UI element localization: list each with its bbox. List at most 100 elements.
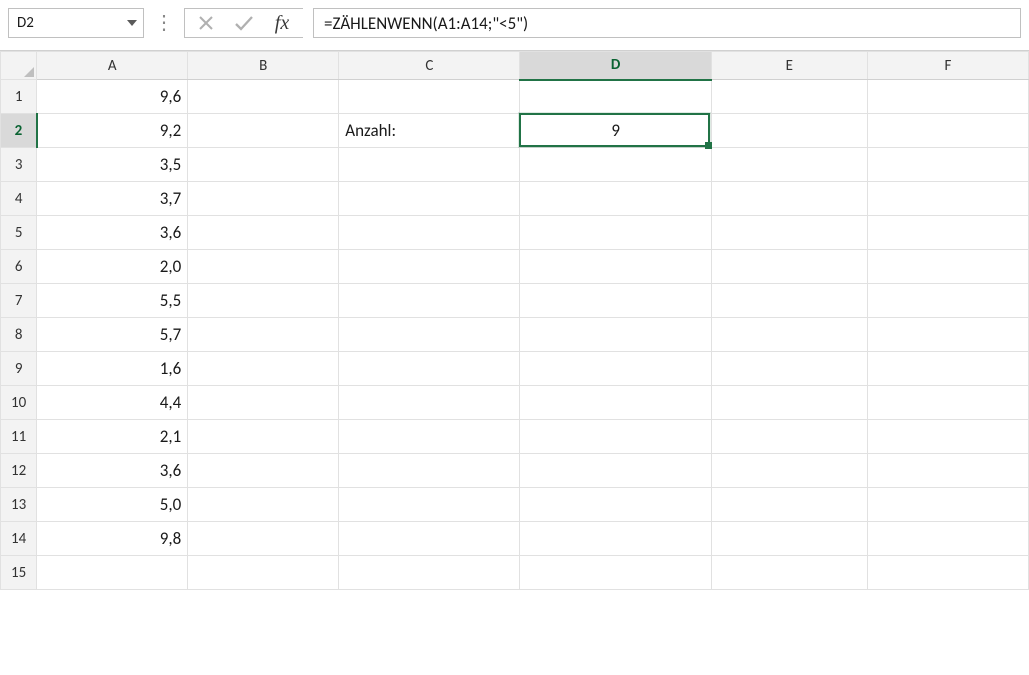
cell-F7[interactable] bbox=[867, 284, 1028, 318]
cell-A9[interactable]: 1,6 bbox=[37, 352, 188, 386]
cell-E5[interactable] bbox=[711, 216, 867, 250]
cell-C12[interactable] bbox=[339, 454, 520, 488]
cell-B2[interactable] bbox=[188, 114, 339, 148]
cell-B11[interactable] bbox=[188, 420, 339, 454]
cell-C4[interactable] bbox=[339, 182, 520, 216]
row-header-4[interactable]: 4 bbox=[1, 182, 37, 216]
cell-E12[interactable] bbox=[711, 454, 867, 488]
cell-A2[interactable]: 9,2 bbox=[37, 114, 188, 148]
cell-D9[interactable] bbox=[520, 352, 711, 386]
name-box[interactable]: D2 bbox=[8, 8, 144, 38]
cell-A13[interactable]: 5,0 bbox=[37, 488, 188, 522]
cell-F11[interactable] bbox=[867, 420, 1028, 454]
row-header-2[interactable]: 2 bbox=[1, 114, 37, 148]
cell-A12[interactable]: 3,6 bbox=[37, 454, 188, 488]
cell-B13[interactable] bbox=[188, 488, 339, 522]
cell-C5[interactable] bbox=[339, 216, 520, 250]
column-header-B[interactable]: B bbox=[188, 52, 339, 80]
cell-D3[interactable] bbox=[520, 148, 711, 182]
row-header-6[interactable]: 6 bbox=[1, 250, 37, 284]
cell-D2[interactable]: 9 bbox=[520, 114, 711, 148]
row-header-11[interactable]: 11 bbox=[1, 420, 37, 454]
row-header-12[interactable]: 12 bbox=[1, 454, 37, 488]
cell-D6[interactable] bbox=[520, 250, 711, 284]
cell-C2[interactable]: Anzahl: bbox=[339, 114, 520, 148]
cell-B12[interactable] bbox=[188, 454, 339, 488]
cell-B10[interactable] bbox=[188, 386, 339, 420]
cell-C14[interactable] bbox=[339, 522, 520, 556]
row-header-8[interactable]: 8 bbox=[1, 318, 37, 352]
cell-D1[interactable] bbox=[520, 80, 711, 114]
cell-E11[interactable] bbox=[711, 420, 867, 454]
cell-E4[interactable] bbox=[711, 182, 867, 216]
cell-E9[interactable] bbox=[711, 352, 867, 386]
cell-C6[interactable] bbox=[339, 250, 520, 284]
fill-handle[interactable] bbox=[705, 142, 712, 149]
cell-A10[interactable]: 4,4 bbox=[37, 386, 188, 420]
spreadsheet-grid[interactable]: ABCDEF19,629,2Anzahl:933,543,753,662,075… bbox=[0, 51, 1029, 590]
cell-A3[interactable]: 3,5 bbox=[37, 148, 188, 182]
column-header-D[interactable]: D bbox=[520, 52, 711, 80]
row-header-7[interactable]: 7 bbox=[1, 284, 37, 318]
cell-B4[interactable] bbox=[188, 182, 339, 216]
cell-C15[interactable] bbox=[339, 556, 520, 590]
cell-C3[interactable] bbox=[339, 148, 520, 182]
cell-A5[interactable]: 3,6 bbox=[37, 216, 188, 250]
cell-D11[interactable] bbox=[520, 420, 711, 454]
cell-E3[interactable] bbox=[711, 148, 867, 182]
cell-E1[interactable] bbox=[711, 80, 867, 114]
row-header-14[interactable]: 14 bbox=[1, 522, 37, 556]
cell-B3[interactable] bbox=[188, 148, 339, 182]
row-header-10[interactable]: 10 bbox=[1, 386, 37, 420]
cell-F10[interactable] bbox=[867, 386, 1028, 420]
select-all-corner[interactable] bbox=[1, 52, 37, 80]
column-header-C[interactable]: C bbox=[339, 52, 520, 80]
column-header-F[interactable]: F bbox=[867, 52, 1028, 80]
cell-E10[interactable] bbox=[711, 386, 867, 420]
row-header-5[interactable]: 5 bbox=[1, 216, 37, 250]
cell-F14[interactable] bbox=[867, 522, 1028, 556]
cell-D7[interactable] bbox=[520, 284, 711, 318]
formula-input[interactable]: =ZÄHLENWENN(A1:A14;"<5") bbox=[313, 8, 1021, 38]
cell-F1[interactable] bbox=[867, 80, 1028, 114]
cell-E15[interactable] bbox=[711, 556, 867, 590]
cell-F8[interactable] bbox=[867, 318, 1028, 352]
cell-A4[interactable]: 3,7 bbox=[37, 182, 188, 216]
cell-F13[interactable] bbox=[867, 488, 1028, 522]
cell-A6[interactable]: 2,0 bbox=[37, 250, 188, 284]
cell-F2[interactable] bbox=[867, 114, 1028, 148]
row-header-15[interactable]: 15 bbox=[1, 556, 37, 590]
cell-D12[interactable] bbox=[520, 454, 711, 488]
cell-E7[interactable] bbox=[711, 284, 867, 318]
cell-D10[interactable] bbox=[520, 386, 711, 420]
cell-D14[interactable] bbox=[520, 522, 711, 556]
cancel-button[interactable] bbox=[189, 10, 223, 36]
cell-A8[interactable]: 5,7 bbox=[37, 318, 188, 352]
cell-C10[interactable] bbox=[339, 386, 520, 420]
cell-B6[interactable] bbox=[188, 250, 339, 284]
cell-C1[interactable] bbox=[339, 80, 520, 114]
cell-E14[interactable] bbox=[711, 522, 867, 556]
cell-A7[interactable]: 5,5 bbox=[37, 284, 188, 318]
cell-F4[interactable] bbox=[867, 182, 1028, 216]
cell-D4[interactable] bbox=[520, 182, 711, 216]
cell-F9[interactable] bbox=[867, 352, 1028, 386]
cell-D5[interactable] bbox=[520, 216, 711, 250]
cell-F12[interactable] bbox=[867, 454, 1028, 488]
cell-D15[interactable] bbox=[520, 556, 711, 590]
row-header-13[interactable]: 13 bbox=[1, 488, 37, 522]
row-header-3[interactable]: 3 bbox=[1, 148, 37, 182]
cell-B7[interactable] bbox=[188, 284, 339, 318]
cell-D8[interactable] bbox=[520, 318, 711, 352]
name-box-dropdown-icon[interactable] bbox=[127, 20, 137, 26]
enter-button[interactable] bbox=[227, 10, 261, 36]
cell-B9[interactable] bbox=[188, 352, 339, 386]
cell-D13[interactable] bbox=[520, 488, 711, 522]
cell-B14[interactable] bbox=[188, 522, 339, 556]
cell-B5[interactable] bbox=[188, 216, 339, 250]
cell-F15[interactable] bbox=[867, 556, 1028, 590]
cell-B1[interactable] bbox=[188, 80, 339, 114]
cell-A1[interactable]: 9,6 bbox=[37, 80, 188, 114]
cell-F3[interactable] bbox=[867, 148, 1028, 182]
cell-F5[interactable] bbox=[867, 216, 1028, 250]
